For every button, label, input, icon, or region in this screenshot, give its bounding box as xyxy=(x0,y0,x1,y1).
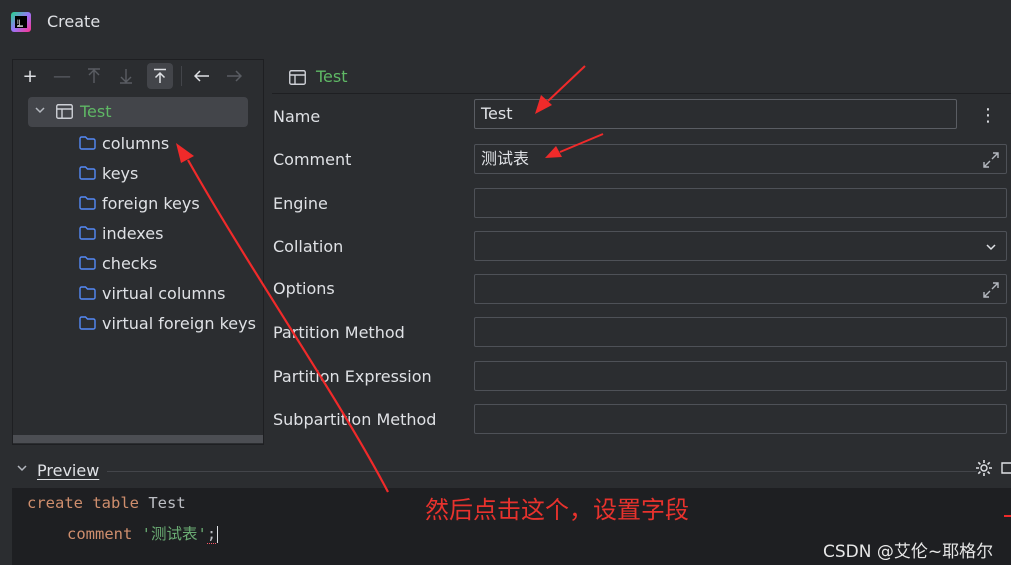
comment-field[interactable]: 测试表 xyxy=(474,144,1007,174)
folder-icon xyxy=(79,196,96,210)
code-string: '测试表' xyxy=(141,525,207,543)
form-header-label: Test xyxy=(316,67,348,86)
add-icon[interactable]: + xyxy=(17,63,43,89)
tree-root-label: Test xyxy=(80,102,112,121)
folder-icon xyxy=(79,226,96,240)
tree-item-label: checks xyxy=(102,253,158,273)
subpartition-method-label: Subpartition Method xyxy=(273,410,437,429)
tree-item-label: virtual foreign keys xyxy=(102,313,256,333)
code-keyword: comment xyxy=(67,525,133,543)
tree-item-virtual-foreign-keys[interactable]: virtual foreign keys xyxy=(79,310,256,336)
remove-icon[interactable]: — xyxy=(49,63,75,89)
code-terminator: ; xyxy=(206,525,217,544)
open-in-editor-icon[interactable] xyxy=(1000,460,1011,476)
toolbar-divider xyxy=(181,66,182,86)
title-bar: IJ Create xyxy=(0,0,1011,46)
tree-item-label: keys xyxy=(102,163,139,183)
tree-item-label: virtual columns xyxy=(102,283,226,303)
partition-expression-field[interactable] xyxy=(474,361,1007,391)
table-icon xyxy=(56,104,73,119)
gear-icon[interactable] xyxy=(974,458,994,478)
collation-select[interactable] xyxy=(474,231,1007,261)
jetbrains-datagrip-icon: IJ xyxy=(11,12,31,32)
svg-text:IJ: IJ xyxy=(17,19,21,26)
tree-item-foreign-keys[interactable]: foreign keys xyxy=(79,190,200,216)
options-label: Options xyxy=(273,279,335,298)
code-line-1: create table Test xyxy=(27,494,186,512)
folder-icon xyxy=(79,286,96,300)
code-line-2: comment '测试表'; xyxy=(67,522,219,544)
tree-item-keys[interactable]: keys xyxy=(79,160,138,186)
move-up-icon[interactable] xyxy=(81,63,107,89)
partition-expression-label: Partition Expression xyxy=(273,367,432,386)
tree-item-label: indexes xyxy=(102,223,164,243)
folder-icon xyxy=(79,136,96,150)
chevron-down-icon[interactable] xyxy=(16,462,28,477)
form-header: Test xyxy=(272,60,1011,94)
chevron-down-icon[interactable] xyxy=(34,104,46,119)
expand-icon[interactable] xyxy=(982,151,1000,169)
tree-item-label: foreign keys xyxy=(102,193,200,213)
comment-label: Comment xyxy=(273,150,352,169)
tree-item-checks[interactable]: checks xyxy=(79,250,157,276)
annotation-text: 然后点击这个，设置字段 xyxy=(425,496,689,524)
tree-toolbar: + — xyxy=(13,60,263,92)
tree-item-label: columns xyxy=(102,133,170,153)
watermark: CSDN @艾伦~耶格尔 xyxy=(823,542,994,562)
horizontal-scrollbar[interactable] xyxy=(13,435,263,443)
options-field[interactable] xyxy=(474,274,1007,304)
expand-icon[interactable] xyxy=(982,281,1000,299)
tree-item-virtual-columns[interactable]: virtual columns xyxy=(79,280,225,306)
engine-field[interactable] xyxy=(474,188,1007,218)
name-label: Name xyxy=(273,107,321,126)
back-icon[interactable] xyxy=(189,63,215,89)
name-field[interactable]: Test xyxy=(474,99,957,129)
tree-item-columns[interactable]: columns xyxy=(79,130,169,156)
code-identifier: Test xyxy=(148,494,186,512)
partition-method-label: Partition Method xyxy=(273,323,405,342)
more-options-icon[interactable]: ⋮ xyxy=(979,104,997,128)
forward-icon[interactable] xyxy=(221,63,247,89)
structure-tree-panel: + — Test columns keys foreign keys index… xyxy=(12,59,264,445)
partition-method-field[interactable] xyxy=(474,317,1007,347)
text-caret xyxy=(217,526,219,543)
preview-divider xyxy=(107,471,977,472)
folder-icon xyxy=(79,166,96,180)
preview-toggle[interactable]: Preview xyxy=(12,458,1011,484)
comment-field-value: 测试表 xyxy=(481,149,530,168)
tree-root-table[interactable]: Test xyxy=(28,97,248,127)
chevron-down-icon[interactable] xyxy=(982,238,1000,256)
tree-item-indexes[interactable]: indexes xyxy=(79,220,163,246)
table-icon xyxy=(289,70,306,85)
collation-label: Collation xyxy=(273,237,344,256)
folder-icon xyxy=(79,256,96,270)
window-title: Create xyxy=(47,12,101,31)
folder-icon xyxy=(79,316,96,330)
preview-label: Preview xyxy=(37,461,100,480)
engine-label: Engine xyxy=(273,194,328,213)
move-to-top-icon[interactable] xyxy=(147,63,173,89)
subpartition-method-field[interactable] xyxy=(474,404,1007,434)
code-keyword: create table xyxy=(27,494,139,512)
move-down-icon[interactable] xyxy=(113,63,139,89)
